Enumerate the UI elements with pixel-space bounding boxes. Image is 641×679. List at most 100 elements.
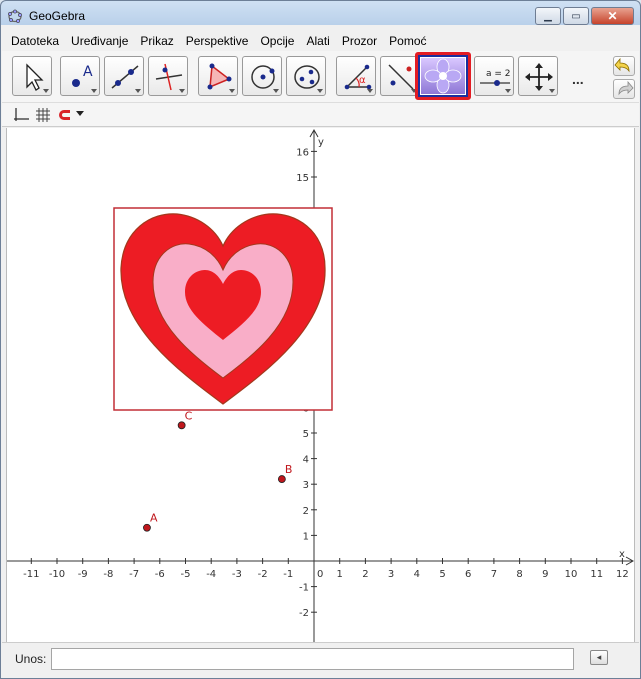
points[interactable]: A B C	[143, 409, 293, 532]
x-tick-label: -10	[49, 569, 65, 580]
menu-perspektive[interactable]: Perspektive	[178, 34, 253, 48]
point-label-b: B	[285, 463, 293, 476]
reflect-tool-button[interactable]	[380, 56, 420, 96]
dropdown-triangle-icon	[367, 89, 373, 93]
y-tick-label: 5	[303, 429, 309, 440]
y-axis-label: y	[318, 137, 324, 148]
dropdown-triangle-icon	[179, 89, 185, 93]
maximize-button[interactable]: ▭	[563, 7, 589, 25]
flower-image-icon	[424, 58, 462, 94]
menu-datoteka[interactable]: Datoteka	[2, 34, 63, 48]
slider-tool-text: a = 2	[486, 69, 511, 79]
conic-tool-button[interactable]	[286, 56, 326, 96]
x-tick-label: 2	[362, 569, 368, 580]
menu-opcije[interactable]: Opcije	[252, 34, 298, 48]
move-graphics-tool-button[interactable]	[518, 56, 558, 96]
x-tick-label: -6	[155, 569, 165, 580]
angle-tool-button[interactable]: α	[336, 56, 376, 96]
y-tick-label: 4	[303, 455, 309, 466]
grid-toggle-icon[interactable]	[34, 106, 52, 124]
perpendicular-tool-button[interactable]	[148, 56, 188, 96]
svg-text:α: α	[359, 75, 366, 86]
minimize-button[interactable]: ▁	[535, 7, 561, 25]
x-tick-label: -5	[181, 569, 191, 580]
x-tick-label: -2	[258, 569, 268, 580]
coordinate-plane[interactable]: xy -11 -10 -9 -8 -7 -6 -5 -4 -3 -2 -1 0 1 2 3 4 5 6 7 8 9 10 1…	[7, 128, 635, 642]
x-tick-label: 0	[317, 569, 323, 580]
style-bar	[2, 103, 639, 127]
geogebra-window: GeoGebra ▁ ▭ ✕ Datoteka Uređivanje Prika…	[0, 0, 641, 679]
y-tick-label: 15	[296, 173, 309, 184]
y-tick-label: 1	[303, 531, 309, 542]
undo-button[interactable]	[613, 56, 635, 76]
polygon-tool-button[interactable]	[198, 56, 238, 96]
x-tick-label: 1	[337, 569, 343, 580]
input-label: Unos:	[15, 652, 47, 666]
x-tick-label: 6	[465, 569, 471, 580]
redo-icon	[618, 80, 634, 96]
x-tick-label: 10	[565, 569, 578, 580]
dropdown-triangle-icon	[273, 89, 279, 93]
point-label-c: C	[185, 409, 193, 422]
circle-tool-button[interactable]	[242, 56, 282, 96]
close-icon: ✕	[607, 9, 618, 23]
dropdown-triangle-icon	[229, 89, 235, 93]
menu-pomoc[interactable]: Pomoć	[381, 34, 430, 48]
menu-uredivanje[interactable]: Uređivanje	[63, 34, 132, 48]
x-tick-label: -4	[206, 569, 216, 580]
menu-bar: Datoteka Uređivanje Prikaz Perspektive O…	[2, 31, 639, 51]
minimize-icon: ▁	[544, 10, 552, 22]
dropdown-triangle-icon	[135, 89, 141, 93]
y-tick-label: 2	[303, 506, 309, 517]
maximize-icon: ▭	[571, 10, 581, 22]
input-help-button[interactable]: ◂	[590, 650, 608, 665]
x-tick-label: -11	[23, 569, 39, 580]
window-title: GeoGebra	[29, 9, 86, 23]
geogebra-logo-icon	[8, 9, 22, 23]
x-tick-label: -7	[129, 569, 139, 580]
dropdown-triangle-icon	[43, 89, 49, 93]
input-field[interactable]	[51, 648, 574, 670]
x-tick-label: -1	[283, 569, 293, 580]
x-tick-label: 3	[388, 569, 394, 580]
point-b[interactable]	[277, 475, 286, 483]
x-tick-label: -3	[232, 569, 242, 580]
y-tick-label: 16	[296, 147, 309, 158]
menu-prikaz[interactable]: Prikaz	[132, 34, 177, 48]
y-tick-label: -1	[299, 583, 309, 594]
point-tool-button[interactable]: A	[60, 56, 100, 96]
point-c[interactable]	[177, 421, 186, 430]
svg-text:A: A	[83, 64, 93, 80]
input-bar: Unos: ◂	[2, 642, 639, 678]
more-tools[interactable]: ...	[572, 71, 584, 87]
x-tick-label: 7	[491, 569, 497, 580]
x-tick-label: -9	[78, 569, 88, 580]
close-button[interactable]: ✕	[591, 7, 634, 25]
redo-button[interactable]	[613, 79, 635, 99]
x-tick-label: -8	[103, 569, 113, 580]
x-tick-label: 4	[414, 569, 420, 580]
undo-icon	[614, 57, 630, 73]
x-tick-label: 5	[439, 569, 445, 580]
dropdown-triangle-icon	[549, 89, 555, 93]
toolbar: A α a = 2 ...	[2, 51, 639, 103]
graphics-view[interactable]: xy -11 -10 -9 -8 -7 -6 -5 -4 -3 -2 -1 0 1 2 3 4 5 6 7 8 9 10 1…	[6, 128, 635, 642]
y-tick-label: 3	[303, 480, 309, 491]
point-a[interactable]	[143, 523, 151, 532]
axes-toggle-icon[interactable]	[12, 106, 30, 124]
image-tool-button[interactable]	[415, 52, 471, 100]
point-label-a: A	[150, 512, 158, 525]
snap-dropdown-icon[interactable]	[76, 111, 84, 117]
heart-image[interactable]	[113, 207, 333, 411]
dropdown-triangle-icon	[91, 89, 97, 93]
menu-prozor[interactable]: Prozor	[334, 34, 381, 48]
x-tick-label: 11	[590, 569, 603, 580]
x-tick-label: 12	[616, 569, 629, 580]
slider-tool-button[interactable]: a = 2	[474, 56, 514, 96]
move-tool-button[interactable]	[12, 56, 52, 96]
line-tool-button[interactable]	[104, 56, 144, 96]
title-bar[interactable]: GeoGebra ▁ ▭ ✕	[1, 1, 640, 31]
magnet-snap-icon[interactable]	[57, 106, 73, 124]
x-tick-label: 8	[516, 569, 522, 580]
menu-alati[interactable]: Alati	[298, 34, 333, 48]
